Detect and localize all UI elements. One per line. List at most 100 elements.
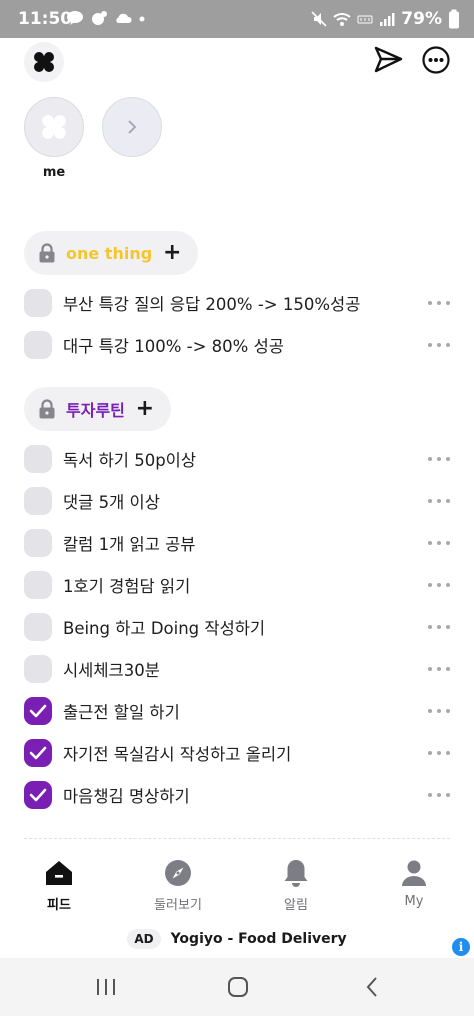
- home-nav-button[interactable]: [218, 972, 258, 1002]
- logo-button[interactable]: [24, 42, 64, 82]
- tab-notifications[interactable]: 알림: [246, 858, 346, 918]
- todo-checkbox-checked[interactable]: [24, 739, 52, 767]
- ad-info-icon[interactable]: i: [452, 938, 470, 956]
- category-label: 투자루틴: [66, 401, 125, 420]
- mute-icon: [311, 11, 327, 27]
- todo-more-icon[interactable]: [428, 786, 450, 804]
- send-button[interactable]: [372, 44, 404, 76]
- todo-text: 출근전 할일 하기: [63, 703, 180, 722]
- my-profile-label: me: [42, 165, 66, 180]
- home-icon: [46, 861, 72, 885]
- todo-item[interactable]: 시세체크30분: [24, 654, 454, 684]
- person-icon: [402, 860, 426, 886]
- tab-my[interactable]: My: [364, 858, 464, 918]
- todo-more-icon[interactable]: [428, 450, 450, 468]
- todo-more-icon[interactable]: [428, 336, 450, 354]
- todo-more-icon[interactable]: [428, 660, 450, 678]
- todo-item[interactable]: 자기전 목실감시 작성하고 올리기: [24, 738, 454, 768]
- todo-more-icon[interactable]: [428, 702, 450, 720]
- tab-label: 피드: [47, 898, 71, 913]
- todo-checkbox[interactable]: [24, 613, 52, 641]
- tab-feed[interactable]: 피드: [9, 858, 109, 918]
- todo-more-icon[interactable]: [428, 492, 450, 510]
- todo-more-icon[interactable]: [428, 744, 450, 762]
- todo-checkbox[interactable]: [24, 331, 52, 359]
- category-chip-one-thing[interactable]: one thing +: [24, 231, 199, 275]
- lock-icon: [39, 243, 55, 263]
- wifi-icon: [333, 13, 351, 26]
- add-todo-button[interactable]: +: [135, 398, 155, 420]
- todo-text: 1호기 경험담 읽기: [63, 577, 191, 596]
- talk-icon: [67, 11, 83, 25]
- ad-badge: AD: [127, 929, 161, 949]
- todo-item[interactable]: 부산 특강 질의 응답 200% -> 150%성공: [24, 288, 454, 318]
- status-notification-icons: [66, 10, 146, 26]
- check-icon: [29, 746, 47, 760]
- todo-checkbox-checked[interactable]: [24, 781, 52, 809]
- todo-item[interactable]: 출근전 할일 하기: [24, 696, 454, 726]
- chevron-right-icon: [128, 120, 137, 134]
- ad-banner[interactable]: AD Yogiyo - Food Delivery i: [0, 924, 474, 956]
- todo-item[interactable]: 칼럼 1개 읽고 공뷰: [24, 528, 454, 558]
- signal-icon: [380, 13, 395, 26]
- logo-placeholder-icon: [42, 115, 66, 139]
- tab-label: 알림: [284, 898, 308, 913]
- recent-apps-button[interactable]: [86, 972, 126, 1002]
- chat-icon: [92, 11, 107, 25]
- todo-more-icon[interactable]: [428, 576, 450, 594]
- todo-checkbox[interactable]: [24, 655, 52, 683]
- more-button[interactable]: [420, 44, 452, 76]
- battery-icon: [449, 9, 459, 29]
- todo-text: 자기전 목실감시 작성하고 올리기: [63, 745, 292, 764]
- todo-item[interactable]: Being 하고 Doing 작성하기: [24, 612, 454, 642]
- todo-text: 독서 하기 50p이상: [63, 451, 197, 470]
- stories-next-button[interactable]: [102, 97, 162, 157]
- todo-more-icon[interactable]: [428, 534, 450, 552]
- todo-item[interactable]: 댓글 5개 이상: [24, 486, 454, 516]
- bottom-tab-bar: 피드 둘러보기 알림 My: [0, 858, 474, 918]
- todo-text: 댓글 5개 이상: [63, 493, 160, 512]
- todo-more-icon[interactable]: [428, 618, 450, 636]
- todo-checkbox-checked[interactable]: [24, 697, 52, 725]
- more-icon: [422, 46, 450, 74]
- check-icon: [29, 788, 47, 802]
- back-icon: [366, 977, 377, 997]
- logo-icon: [34, 52, 54, 72]
- todo-more-icon[interactable]: [428, 294, 450, 312]
- back-nav-button[interactable]: [352, 972, 392, 1002]
- todo-item[interactable]: 마음챙김 명상하기: [24, 780, 454, 810]
- bell-icon: [284, 860, 308, 887]
- my-profile-avatar[interactable]: [24, 97, 84, 157]
- system-nav-bar: [0, 958, 474, 1016]
- divider: [24, 838, 450, 839]
- cloud-icon: [116, 13, 132, 23]
- todo-text: Being 하고 Doing 작성하기: [63, 619, 266, 638]
- todo-checkbox[interactable]: [24, 487, 52, 515]
- send-icon: [374, 46, 403, 73]
- todo-checkbox[interactable]: [24, 529, 52, 557]
- home-nav-icon: [228, 977, 248, 997]
- check-icon: [29, 704, 47, 718]
- status-bar: 11:50 79%: [0, 0, 474, 38]
- todo-text: 칼럼 1개 읽고 공뷰: [63, 535, 196, 554]
- todo-text: 대구 특강 100% -> 80% 성공: [63, 337, 284, 356]
- todo-item[interactable]: 독서 하기 50p이상: [24, 444, 454, 474]
- lock-icon: [39, 399, 55, 419]
- ad-text[interactable]: Yogiyo - Food Delivery: [171, 931, 347, 947]
- category-label: one thing: [66, 243, 153, 263]
- todo-checkbox[interactable]: [24, 571, 52, 599]
- recent-apps-icon: [97, 979, 115, 995]
- battery-percent: 79%: [401, 9, 442, 29]
- category-chip-invest-routine[interactable]: 투자루틴 +: [24, 387, 171, 431]
- todo-text: 시세체크30분: [63, 661, 160, 680]
- dot-icon: [139, 16, 145, 22]
- tab-label: 둘러보기: [154, 898, 202, 913]
- compass-icon: [165, 860, 191, 886]
- tab-label: My: [404, 894, 424, 909]
- todo-checkbox[interactable]: [24, 445, 52, 473]
- tab-explore[interactable]: 둘러보기: [128, 858, 228, 918]
- todo-checkbox[interactable]: [24, 289, 52, 317]
- add-todo-button[interactable]: +: [162, 242, 182, 264]
- todo-item[interactable]: 대구 특강 100% -> 80% 성공: [24, 330, 454, 360]
- todo-item[interactable]: 1호기 경험담 읽기: [24, 570, 454, 600]
